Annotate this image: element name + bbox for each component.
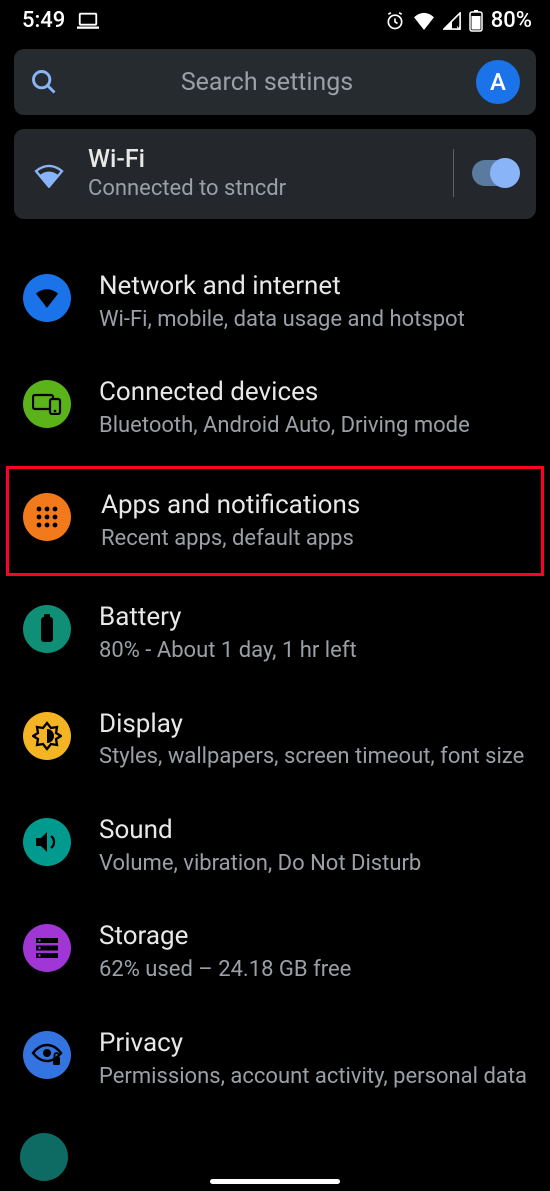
svg-text:x: x [456, 22, 460, 29]
wifi-subtitle: Connected to stncdr [88, 176, 443, 201]
item-subtitle: Bluetooth, Android Auto, Driving mode [99, 412, 527, 441]
search-placeholder: Search settings [58, 68, 476, 97]
wifi-title: Wi-Fi [88, 145, 443, 174]
item-privacy[interactable]: Privacy Permissions, account activity, p… [0, 1006, 550, 1112]
item-title: Storage [99, 920, 527, 954]
search-bar[interactable]: Search settings A [14, 49, 536, 115]
item-title: Sound [99, 814, 527, 848]
item-subtitle: Volume, vibration, Do Not Disturb [99, 850, 527, 879]
sound-icon [23, 818, 71, 866]
item-connected-devices[interactable]: Connected devices Bluetooth, Android Aut… [0, 355, 550, 461]
privacy-icon [23, 1031, 71, 1079]
item-subtitle: 80% - About 1 day, 1 hr left [99, 637, 527, 666]
status-bar: 5:49 x 80% [0, 0, 550, 39]
item-subtitle: Recent apps, default apps [101, 525, 527, 554]
search-icon [30, 68, 58, 96]
item-title: Apps and notifications [101, 489, 527, 523]
item-battery[interactable]: Battery 80% - About 1 day, 1 hr left [0, 580, 550, 686]
item-display[interactable]: Display Styles, wallpapers, screen timeo… [0, 687, 550, 793]
divider [453, 149, 454, 197]
item-network-internet[interactable]: Network and internet Wi-Fi, mobile, data… [0, 249, 550, 355]
item-subtitle: Styles, wallpapers, screen timeout, font… [99, 743, 527, 772]
apps-icon [23, 493, 71, 541]
item-sound[interactable]: Sound Volume, vibration, Do Not Disturb [0, 793, 550, 899]
wifi-card[interactable]: Wi-Fi Connected to stncdr [14, 129, 536, 219]
avatar[interactable]: A [476, 60, 520, 104]
wifi-icon [28, 162, 70, 188]
signal-icon: x [443, 12, 461, 30]
item-apps-notifications[interactable]: Apps and notifications Recent apps, defa… [6, 466, 544, 576]
battery-icon [23, 605, 71, 653]
item-title: Network and internet [99, 270, 527, 304]
wifi-toggle[interactable] [472, 160, 518, 186]
settings-list: Network and internet Wi-Fi, mobile, data… [0, 249, 550, 1112]
wifi-status-icon [413, 12, 435, 30]
item-title: Privacy [99, 1027, 527, 1061]
item-subtitle: Wi-Fi, mobile, data usage and hotspot [99, 306, 527, 335]
item-title: Display [99, 708, 527, 742]
item-title: Battery [99, 601, 527, 635]
battery-status-icon [469, 10, 483, 32]
nav-bar[interactable] [0, 1171, 550, 1191]
item-subtitle: 62% used – 24.18 GB free [99, 956, 527, 985]
wifi-icon [23, 274, 71, 322]
item-storage[interactable]: Storage 62% used – 24.18 GB free [0, 899, 550, 1005]
clock: 5:49 [22, 8, 65, 33]
item-subtitle: Permissions, account activity, personal … [99, 1063, 527, 1092]
devices-icon [23, 380, 71, 428]
avatar-initial: A [490, 68, 506, 96]
alarm-icon [385, 11, 405, 31]
display-icon [23, 712, 71, 760]
item-title: Connected devices [99, 376, 527, 410]
laptop-icon [77, 12, 99, 30]
storage-icon [23, 924, 71, 972]
battery-pct: 80% [491, 8, 532, 33]
